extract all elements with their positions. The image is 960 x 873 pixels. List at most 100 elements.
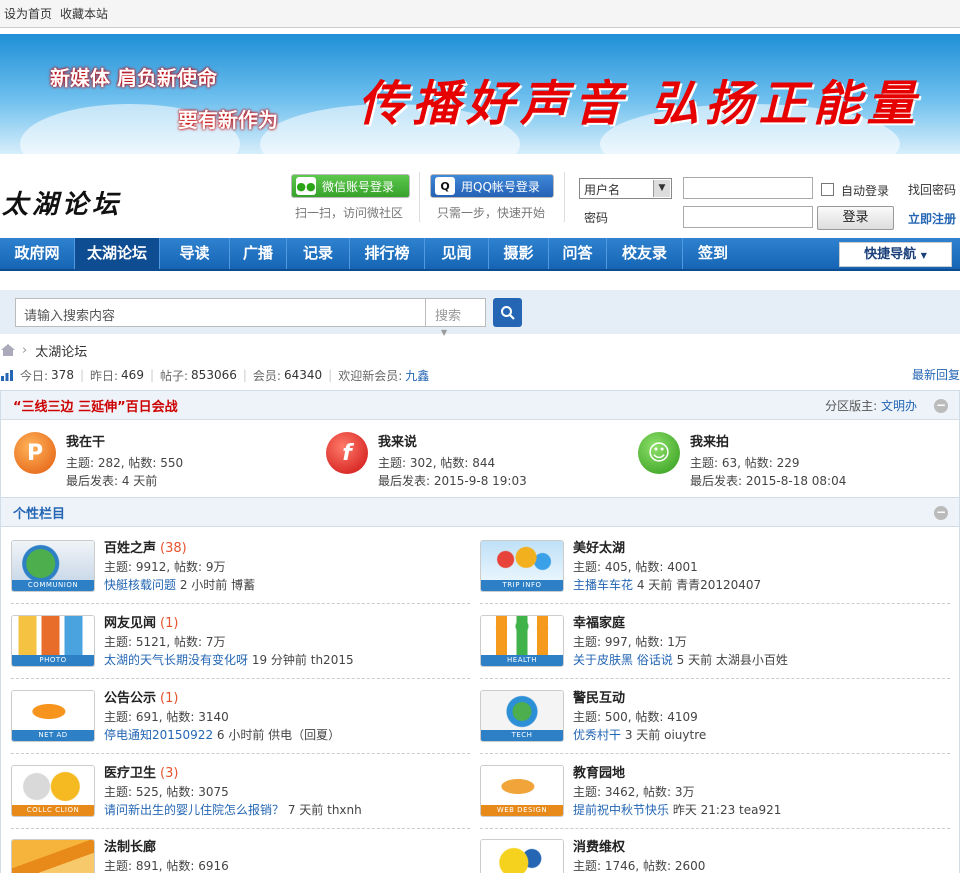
- wechat-login-button[interactable]: ●● 微信账号登录: [291, 174, 410, 198]
- auto-login-checkbox[interactable]: [821, 183, 834, 196]
- forum-item[interactable]: 法制长廊 主题: 891, 帖数: 6916: [11, 839, 229, 873]
- search-icon: [500, 305, 515, 320]
- forum-orange-icon: P: [14, 432, 56, 474]
- forum-name[interactable]: 我来拍: [690, 431, 846, 450]
- last-post-link[interactable]: 快艇核载问题: [104, 578, 176, 592]
- forum-name[interactable]: 美好太湖: [573, 541, 625, 556]
- auto-login-label: 自动登录: [841, 184, 890, 198]
- last-post-link[interactable]: 提前祝中秋节快乐: [573, 803, 669, 817]
- palette-icon: [481, 766, 563, 807]
- section-columns-header: 个性栏目 −: [0, 497, 960, 527]
- home-icon[interactable]: [0, 343, 16, 357]
- members-count: 64340: [283, 368, 323, 382]
- thumbnail-tag: PHOTO: [12, 655, 94, 666]
- forum-name[interactable]: 百姓之声: [104, 541, 156, 556]
- last-post-link[interactable]: 主播车车花: [573, 578, 633, 592]
- breadcrumb-separator-icon: ›: [22, 342, 28, 358]
- forum-card[interactable]: f 我来说 主题: 302, 帖数: 844 最后发表: 2015-9-8 19…: [326, 431, 527, 490]
- login-type-value: 用户名: [584, 183, 621, 197]
- set-home-link[interactable]: 设为首页: [4, 5, 52, 22]
- forum-name[interactable]: 消费维权: [573, 840, 625, 855]
- forum-last-post: 最后发表: 2015-8-18 08:04: [690, 474, 847, 488]
- forum-name[interactable]: 法制长廊: [104, 840, 156, 855]
- globe-computer-icon: [12, 541, 94, 582]
- site-logo[interactable]: 太湖论坛: [2, 184, 122, 221]
- nav-item-ranking[interactable]: 排行榜: [350, 238, 425, 269]
- find-password-link[interactable]: 找回密码: [908, 181, 956, 198]
- nav-item-photography[interactable]: 摄影: [489, 238, 549, 269]
- forum-name[interactable]: 医疗卫生: [104, 766, 156, 781]
- collapse-icon[interactable]: −: [934, 506, 948, 520]
- qq-login-label: 用QQ帐号登录: [461, 179, 540, 194]
- search-input[interactable]: 请输入搜索内容: [15, 298, 426, 327]
- forum-item[interactable]: COMMUNION 百姓之声 (38) 主题: 9912, 帖数: 9万 快艇核载…: [11, 540, 255, 600]
- forum-card[interactable]: ☺ 我来拍 主题: 63, 帖数: 229 最后发表: 2015-8-18 08…: [638, 431, 846, 490]
- quick-nav-button[interactable]: 快捷导航 ▼: [839, 242, 952, 267]
- banner-line2: 要有新作为: [178, 108, 278, 132]
- last-post-link[interactable]: 请问新出生的婴儿住院怎么报销？: [104, 803, 284, 817]
- forum-name[interactable]: 幸福家庭: [573, 616, 625, 631]
- nav-item-checkin[interactable]: 签到: [683, 238, 743, 269]
- nav-item-gov[interactable]: 政府网: [0, 238, 75, 269]
- nav-item-news[interactable]: 见闻: [425, 238, 489, 269]
- forum-thumbnail: WEB DESIGN: [480, 765, 564, 817]
- welcome-label: 欢迎新会员:: [338, 368, 403, 383]
- search-type-select[interactable]: 搜索 ▼: [425, 298, 486, 337]
- new-post-count: (3): [160, 766, 179, 781]
- row-divider: [11, 753, 470, 754]
- nav-item-alumni[interactable]: 校友录: [607, 238, 683, 269]
- nav-item-qa[interactable]: 问答: [549, 238, 607, 269]
- nav-item-broadcast[interactable]: 广播: [230, 238, 287, 269]
- forum-item[interactable]: TECH 警民互动 主题: 500, 帖数: 4109 优秀村干 3 天前 oi…: [480, 690, 706, 750]
- today-count: 378: [51, 368, 74, 382]
- new-post-count: (1): [160, 691, 179, 706]
- breadcrumb-current[interactable]: 太湖论坛: [35, 341, 87, 360]
- moderator-link[interactable]: 文明办: [881, 399, 917, 413]
- nav-item-records[interactable]: 记录: [287, 238, 350, 269]
- section-title[interactable]: “三线三边 三延伸”百日会战: [13, 396, 178, 415]
- bookmark-link[interactable]: 收藏本站: [60, 5, 108, 22]
- forum-name[interactable]: 我来说: [378, 431, 527, 450]
- password-input[interactable]: [683, 206, 813, 228]
- forum-item[interactable]: 消费维权 主题: 1746, 帖数: 2600: [480, 839, 705, 873]
- forum-name[interactable]: 警民互动: [573, 691, 625, 706]
- family-icon: [481, 616, 563, 657]
- forum-item[interactable]: COLLC CLION 医疗卫生 (3) 主题: 525, 帖数: 3075 请问…: [11, 765, 362, 825]
- main-nav: 政府网 太湖论坛 导读 广播 记录 排行榜 见闻 摄影 问答 校友录 签到: [0, 238, 960, 271]
- section-title[interactable]: 个性栏目: [13, 503, 65, 522]
- qq-login-button[interactable]: Q 用QQ帐号登录: [430, 174, 554, 198]
- forum-item[interactable]: TRIP INFO 美好太湖 主题: 405, 帖数: 4001 主播车车花 4…: [480, 540, 761, 600]
- register-link[interactable]: 立即注册: [908, 210, 956, 227]
- forum-card[interactable]: P 我在干 主题: 282, 帖数: 550 最后发表: 4 天前: [14, 431, 183, 490]
- row-divider: [480, 753, 950, 754]
- forum-item[interactable]: HEALTH 幸福家庭 主题: 997, 帖数: 1万 关于皮肤黑 俗话说 5 …: [480, 615, 788, 675]
- forum-item[interactable]: WEB DESIGN 教育园地 主题: 3462, 帖数: 3万 提前祝中秋节快…: [480, 765, 781, 825]
- thumbnail-tag: COLLC CLION: [12, 805, 94, 816]
- forum-item[interactable]: NET AD 公告公示 (1) 主题: 691, 帖数: 3140 停电通知201…: [11, 690, 340, 750]
- last-post-link[interactable]: 优秀村干: [573, 728, 621, 742]
- last-post-link[interactable]: 关于皮肤黑 俗话说: [573, 653, 673, 667]
- forum-stats: 主题: 9912, 帖数: 9万: [104, 560, 226, 574]
- search-button[interactable]: [493, 298, 522, 327]
- top-utility-bar: 设为首页 收藏本站: [0, 0, 960, 28]
- new-member-link[interactable]: 九鑫: [405, 367, 429, 384]
- collapse-icon[interactable]: −: [934, 399, 948, 413]
- nav-item-guide[interactable]: 导读: [160, 238, 230, 269]
- last-post-link[interactable]: 停电通知20150922: [104, 728, 213, 742]
- login-button[interactable]: 登录: [817, 206, 894, 230]
- forum-name[interactable]: 教育园地: [573, 766, 625, 781]
- forum-thumbnail: COMMUNION: [11, 540, 95, 592]
- username-input[interactable]: [683, 177, 813, 199]
- forum-name[interactable]: 我在干: [66, 431, 183, 450]
- yesterday-label: 昨日:: [90, 368, 119, 383]
- forum-item[interactable]: PHOTO 网友见闻 (1) 主题: 5121, 帖数: 7万 太湖的天气长期没有…: [11, 615, 354, 675]
- forum-name[interactable]: 网友见闻: [104, 616, 156, 631]
- login-type-select[interactable]: 用户名 ▼: [579, 178, 672, 199]
- forum-red-icon: f: [326, 432, 368, 474]
- forum-thumbnail: TRIP INFO: [480, 540, 564, 592]
- forum-name[interactable]: 公告公示: [104, 691, 156, 706]
- latest-reply-link[interactable]: 最新回复: [912, 366, 960, 383]
- nav-item-forum[interactable]: 太湖论坛: [75, 238, 160, 269]
- last-post-link[interactable]: 太湖的天气长期没有变化呀: [104, 653, 248, 667]
- today-label: 今日:: [20, 368, 49, 383]
